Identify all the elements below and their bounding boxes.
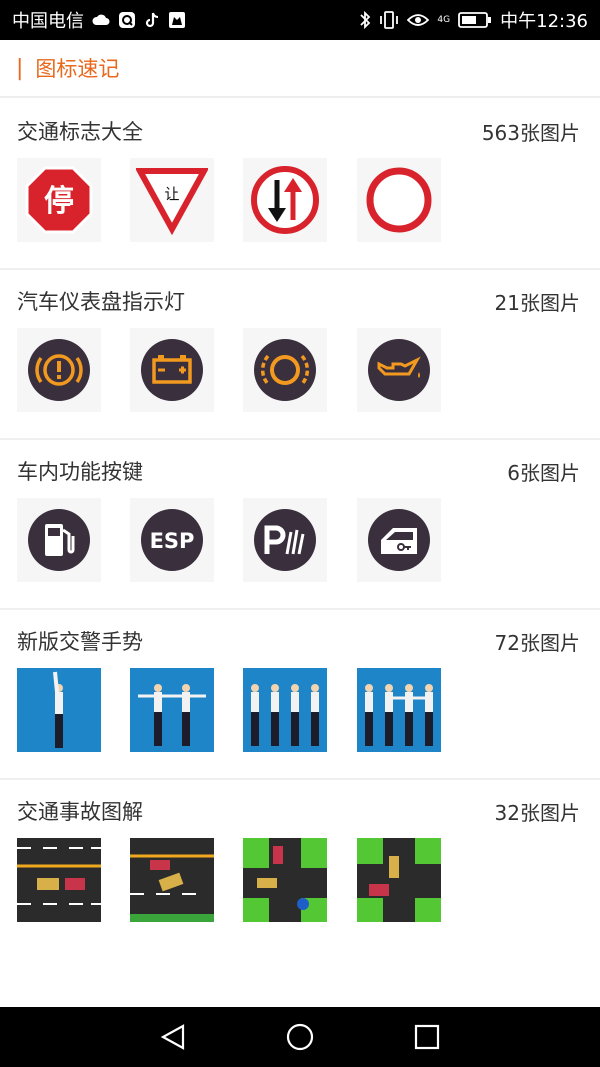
police-gesture-stop-icon[interactable]	[17, 668, 101, 752]
svg-text:ESP: ESP	[150, 529, 195, 553]
oncoming-priority-sign-icon[interactable]	[243, 158, 327, 242]
battery-icon	[458, 11, 492, 29]
yield-sign-icon[interactable]: 让	[130, 158, 214, 242]
page-header: | 图标速记	[0, 40, 600, 98]
q-app-icon	[118, 11, 136, 29]
section-count: 21张图片	[494, 290, 580, 315]
header-accent-bar: |	[16, 55, 24, 81]
section-police-gestures[interactable]: 新版交警手势 72张图片	[0, 610, 600, 780]
accident-intersection-icon[interactable]	[243, 838, 327, 922]
accident-lane-change-icon[interactable]	[130, 838, 214, 922]
section-title: 新版交警手势	[17, 630, 143, 654]
recents-button[interactable]	[397, 1007, 457, 1067]
accident-crossroad-icon[interactable]	[357, 838, 441, 922]
stop-sign-icon[interactable]: 停	[17, 158, 101, 242]
carrier-label: 中国电信	[12, 11, 84, 32]
section-function-buttons[interactable]: 车内功能按键 6张图片 ESP	[0, 440, 600, 610]
section-title: 交通标志大全	[17, 120, 143, 144]
police-gesture-right-turn-icon[interactable]	[357, 668, 441, 752]
svg-text:停: 停	[44, 184, 74, 219]
section-traffic-signs[interactable]: 交通标志大全 563张图片 停 让	[0, 100, 600, 270]
eye-icon	[407, 12, 430, 28]
home-button[interactable]	[270, 1007, 330, 1067]
vibrate-icon	[379, 10, 399, 30]
home-circle-icon	[286, 1023, 314, 1051]
brake-warning-icon[interactable]	[17, 328, 101, 412]
status-bar: 中国电信 4G 中午12:36	[0, 0, 600, 40]
cloud-icon	[92, 13, 110, 27]
tiktok-icon	[144, 11, 160, 29]
section-count: 32张图片	[494, 800, 580, 825]
battery-warning-icon[interactable]	[130, 328, 214, 412]
accident-rear-end-icon[interactable]	[17, 838, 101, 922]
system-nav-bar	[0, 1007, 600, 1067]
no-vehicles-sign-icon[interactable]	[357, 158, 441, 242]
section-dashboard-lights[interactable]: 汽车仪表盘指示灯 21张图片	[0, 270, 600, 440]
cat-app-icon	[168, 11, 186, 29]
svg-text:让: 让	[164, 185, 179, 203]
parking-sensor-icon[interactable]	[243, 498, 327, 582]
door-lock-icon[interactable]	[357, 498, 441, 582]
section-title: 交通事故图解	[17, 800, 143, 824]
back-triangle-icon	[161, 1024, 185, 1050]
brake-pad-icon[interactable]	[243, 328, 327, 412]
page-title: 图标速记	[35, 57, 120, 81]
section-count: 72张图片	[494, 630, 580, 655]
police-gesture-left-turn-icon[interactable]	[243, 668, 327, 752]
esp-icon[interactable]: ESP	[130, 498, 214, 582]
section-count: 6张图片	[507, 460, 580, 485]
section-title: 汽车仪表盘指示灯	[17, 290, 185, 314]
bluetooth-icon	[359, 10, 371, 30]
section-title: 车内功能按键	[17, 460, 143, 484]
oil-pressure-icon[interactable]	[357, 328, 441, 412]
recents-square-icon	[414, 1024, 439, 1050]
clock: 中午12:36	[500, 11, 588, 32]
fuel-icon[interactable]	[17, 498, 101, 582]
police-gesture-straight-icon[interactable]	[130, 668, 214, 752]
section-accident-diagrams[interactable]: 交通事故图解 32张图片	[0, 780, 600, 950]
back-button[interactable]	[143, 1007, 203, 1067]
network-icon: 4G	[437, 14, 451, 25]
section-count: 563张图片	[481, 120, 580, 145]
